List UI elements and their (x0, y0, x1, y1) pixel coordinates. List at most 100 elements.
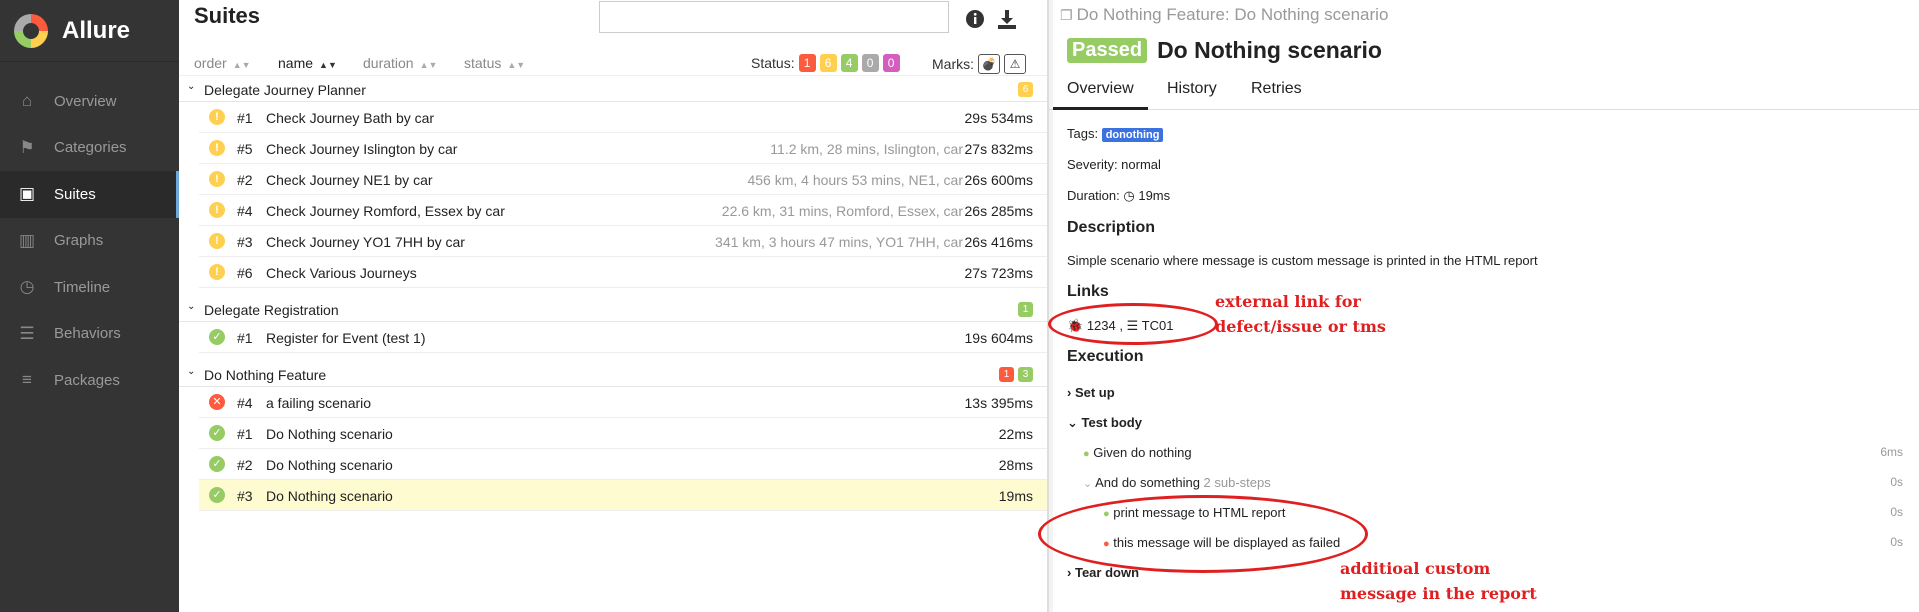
test-row[interactable]: ! #6 Check Various Journeys 27s 723ms (199, 257, 1047, 288)
sidebar-item-overview[interactable]: ⌂ Overview (0, 78, 179, 125)
step-and[interactable]: ⌄ And do something 2 sub-steps (1083, 475, 1271, 490)
test-name: Do Nothing scenario (266, 457, 393, 473)
test-params: 22.6 km, 31 mins, Romford, Essex, car (721, 203, 963, 219)
status-pills: 16400 (795, 54, 900, 72)
tab-overview[interactable]: Overview (1053, 80, 1148, 110)
search-input[interactable] (599, 1, 949, 33)
clock-icon: ◷ (1123, 188, 1135, 203)
status-count-toggle[interactable]: 0 (861, 54, 879, 72)
status-count-badge: 1 (1018, 302, 1033, 317)
copy-icon[interactable]: ❐ (1060, 7, 1073, 23)
test-number: #3 (237, 488, 253, 504)
brand[interactable]: Allure (0, 0, 179, 62)
chevron-down-icon: ⌄ (1083, 478, 1093, 490)
status-count-toggle[interactable]: 1 (798, 54, 816, 72)
annotation-custom-note: additioal custom message in the report (1340, 556, 1537, 606)
test-row[interactable]: ! #4 Check Journey Romford, Essex by car 22… (199, 195, 1047, 226)
sort-order[interactable]: order ▲▼ (194, 55, 251, 71)
test-row[interactable]: ✓ #3 Do Nothing scenario 19ms (199, 480, 1047, 511)
sidebar-item-timeline[interactable]: ◷ Timeline (0, 264, 179, 311)
status-filter: Status: 16400 (751, 54, 900, 72)
test-row[interactable]: ! #1 Check Journey Bath by car 29s 534ms (199, 102, 1047, 133)
test-row[interactable]: ✓ #1 Do Nothing scenario 22ms (199, 418, 1047, 449)
test-duration: 26s 600ms (964, 172, 1033, 188)
sort-order-label: order (194, 55, 227, 71)
test-name: Check Journey Islington by car (266, 141, 458, 157)
sidebar-item-suites[interactable]: ▣ Suites (0, 171, 179, 218)
sidebar-item-graphs[interactable]: ▥ Graphs (0, 218, 179, 265)
suite-group-header[interactable]: ⌄ Do Nothing Feature 1 3 (179, 361, 1047, 387)
test-duration: 27s 832ms (964, 141, 1033, 157)
status-count-toggle[interactable]: 6 (819, 54, 837, 72)
test-row[interactable]: ✓ #1 Register for Event (test 1) 19s 604ms (199, 322, 1047, 353)
duration-row: Duration: ◷ 19ms (1067, 188, 1170, 204)
setup-step[interactable]: › Set up (1067, 385, 1115, 400)
detail-tabs: Overview History Retries (1048, 76, 1919, 110)
annotation-links-note: external link for defect/issue or tms (1215, 289, 1386, 339)
sidebar-item-label: Timeline (54, 278, 111, 296)
marks-label: Marks: (932, 56, 974, 72)
suite-group-header[interactable]: ⌄ Delegate Registration 1 (179, 296, 1047, 322)
test-body-step[interactable]: ⌄ Test body (1067, 415, 1142, 431)
sidebar-item-label: Behaviors (54, 325, 121, 343)
breadcrumb-text: Do Nothing Feature: Do Nothing scenario (1076, 5, 1389, 24)
suite-name: Do Nothing Feature (204, 367, 327, 383)
suite-status-badges: 13 (995, 367, 1033, 382)
breadcrumb[interactable]: ❐ Do Nothing Feature: Do Nothing scenario (1060, 5, 1388, 25)
sort-status[interactable]: status ▲▼ (464, 55, 525, 71)
status-count-toggle[interactable]: 0 (882, 54, 900, 72)
sidebar-item-label: Packages (54, 371, 120, 389)
execution-title: Execution (1067, 348, 1144, 365)
test-row[interactable]: ! #2 Check Journey NE1 by car 456 km, 4 hou… (199, 164, 1047, 195)
severity: Severity: normal (1067, 157, 1161, 172)
status-badge: Passed (1067, 38, 1148, 63)
sort-status-label: status (464, 55, 502, 71)
warning-mark-icon[interactable]: ⚠ (1004, 54, 1026, 74)
test-duration: 13s 395ms (964, 395, 1033, 411)
clock-icon: ◷ (19, 277, 35, 297)
test-number: #6 (237, 265, 253, 281)
sort-duration[interactable]: duration ▲▼ (363, 55, 437, 71)
sort-bar: order ▲▼ name ▲▼ duration ▲▼ status ▲▼ Statu… (179, 50, 1047, 76)
test-params: 11.2 km, 28 mins, Islington, car (770, 141, 963, 157)
flaky-mark-icon[interactable]: 💣 (978, 54, 1000, 74)
tab-retries[interactable]: Retries (1237, 80, 1316, 110)
step-given[interactable]: ● Given do nothing (1083, 445, 1192, 460)
test-row[interactable]: ! #5 Check Journey Islington by car 11.2 km… (199, 133, 1047, 164)
sort-name[interactable]: name ▲▼ (278, 55, 337, 71)
sidebar-nav: ⌂ Overview ⚑ Categories ▣ Suites ▥ Graphs ◷ Timel… (0, 78, 179, 404)
suite-group-header[interactable]: ⌄ Delegate Journey Planner 6 (179, 76, 1047, 102)
status-count-badge: 6 (1018, 82, 1033, 97)
status-count-toggle[interactable]: 4 (840, 54, 858, 72)
test-row[interactable]: ✓ #2 Do Nothing scenario 28ms (199, 449, 1047, 480)
suite-status-badges: 1 (1014, 302, 1033, 317)
suites-header: Suites (179, 0, 1047, 50)
status-filter-label: Status: (751, 55, 795, 71)
step-duration: 0s (1890, 535, 1903, 549)
suite-tree: ⌄ Delegate Journey Planner 6! #1 Check Journ… (179, 76, 1047, 519)
download-icon[interactable] (996, 8, 1018, 30)
step-name: Given do nothing (1093, 445, 1192, 460)
test-detail-pane: ❐ Do Nothing Feature: Do Nothing scenario… (1038, 0, 1919, 612)
sidebar-item-packages[interactable]: ≡ Packages (0, 357, 179, 404)
test-row[interactable]: ✕ #4 a failing scenario 13s 395ms (199, 387, 1047, 418)
test-row[interactable]: ! #3 Check Journey YO1 7HH by car 341 km, 3… (199, 226, 1047, 257)
tags-label: Tags: (1067, 126, 1099, 141)
app-name: Allure (62, 16, 131, 44)
info-icon[interactable] (964, 8, 986, 30)
suite-name: Delegate Registration (204, 302, 339, 318)
test-number: #4 (237, 395, 253, 411)
tab-history[interactable]: History (1153, 80, 1231, 110)
tag-badge[interactable]: donothing (1101, 128, 1164, 142)
page-title: Suites (194, 3, 261, 28)
list-icon: ☰ (19, 323, 35, 343)
sort-arrows-icon: ▲▼ (507, 60, 526, 70)
tags-row: Tags: donothing (1067, 126, 1164, 142)
sidebar-item-categories[interactable]: ⚑ Categories (0, 125, 179, 172)
align-left-icon: ≡ (22, 370, 32, 390)
chevron-down-icon: ⌄ (187, 366, 196, 377)
warning-circle-icon: ! (209, 109, 225, 125)
sidebar-item-behaviors[interactable]: ☰ Behaviors (0, 311, 179, 358)
test-duration: 26s 285ms (964, 203, 1033, 219)
links-title: Links (1067, 283, 1109, 300)
